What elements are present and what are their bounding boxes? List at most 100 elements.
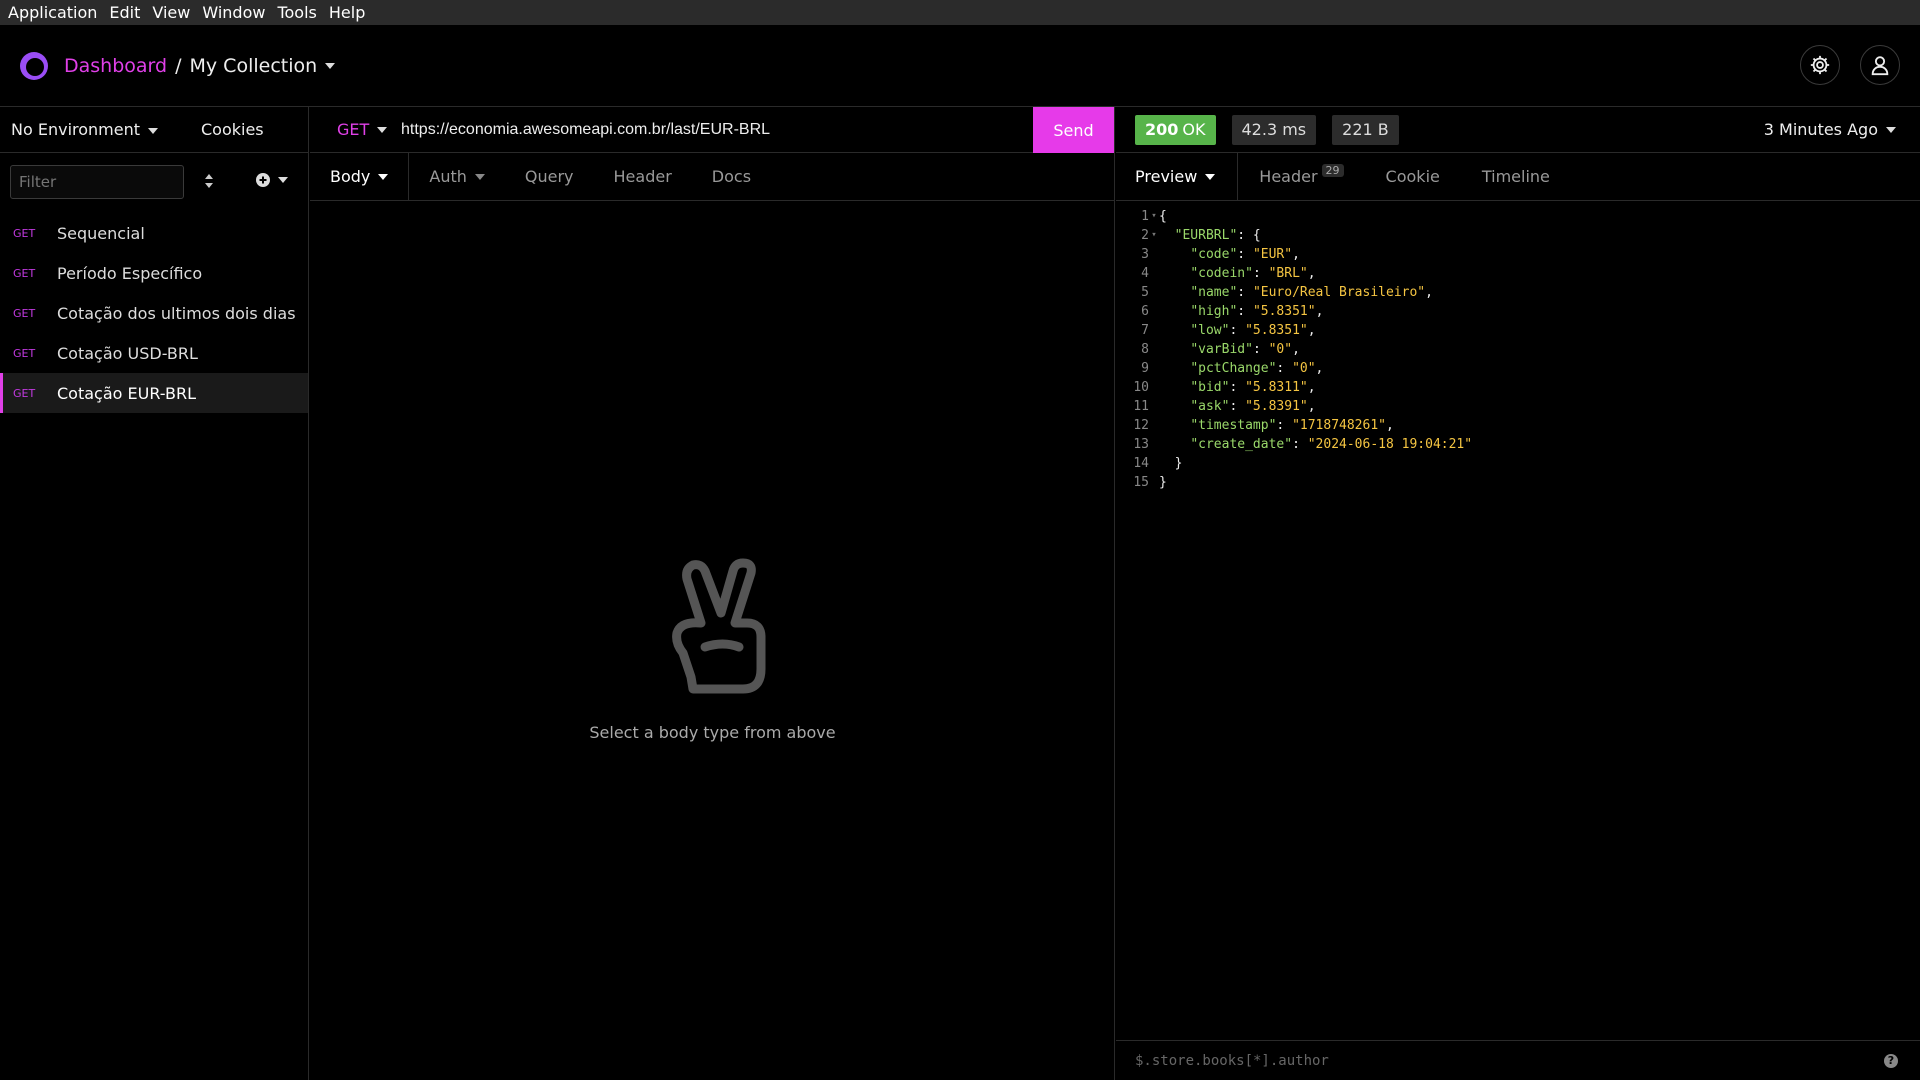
tab-body[interactable]: Body <box>310 153 410 200</box>
fold-toggle-icon[interactable] <box>1149 435 1159 454</box>
account-button[interactable] <box>1860 45 1900 85</box>
fold-toggle-icon[interactable] <box>1149 283 1159 302</box>
breadcrumb-separator: / <box>175 54 182 77</box>
code-content: "codein": "BRL", <box>1159 264 1316 283</box>
request-item[interactable]: GET Período Específico <box>0 253 308 293</box>
json-punctuation: , <box>1292 247 1300 262</box>
request-item[interactable]: GET Sequencial <box>0 213 308 253</box>
json-punctuation: : { <box>1237 228 1261 243</box>
breadcrumb-dashboard[interactable]: Dashboard <box>64 55 167 77</box>
line-number: 4 <box>1141 266 1149 281</box>
response-age: 3 Minutes Ago <box>1763 120 1878 139</box>
status-badge: 200 OK <box>1135 114 1216 145</box>
environment-label: No Environment <box>11 120 141 139</box>
request-item[interactable]: GET Cotação dos ultimos dois dias <box>0 293 308 333</box>
request-item[interactable]: GET Cotação USD-BRL <box>0 333 308 373</box>
send-button[interactable]: Send <box>1033 107 1114 153</box>
fold-toggle-icon[interactable] <box>1149 302 1159 321</box>
fold-toggle-icon[interactable]: ▾ <box>1149 226 1159 245</box>
json-key: "EURBRL" <box>1174 228 1238 243</box>
json-key: "varBid" <box>1190 342 1253 357</box>
code-content: "EURBRL": { <box>1159 226 1261 245</box>
url-input[interactable]: https://economia.awesomeapi.com.br/last/… <box>401 121 770 139</box>
breadcrumb-collection[interactable]: My Collection <box>190 55 318 77</box>
fold-toggle-icon[interactable] <box>1149 321 1159 340</box>
url-bar: GET https://economia.awesomeapi.com.br/l… <box>310 107 1114 153</box>
line-number: 10 <box>1133 380 1149 395</box>
response-filter-input[interactable]: $.store.books[*].author <box>1135 1053 1329 1069</box>
json-key: "pctChange" <box>1190 361 1277 376</box>
tab-response-header[interactable]: Header 29 <box>1238 153 1364 200</box>
response-body-viewer[interactable]: 1 ▾{2 ▾ "EURBRL": {3 "code": "EUR", 4 "code… <box>1116 207 1472 492</box>
line-number: 6 <box>1141 304 1149 319</box>
tab-timeline[interactable]: Timeline <box>1461 153 1571 200</box>
menu-application[interactable]: Application <box>4 0 105 25</box>
request-item-active[interactable]: GET Cotação EUR-BRL <box>0 373 308 413</box>
add-request-button[interactable] <box>256 173 288 187</box>
fold-toggle-icon[interactable] <box>1149 416 1159 435</box>
fold-toggle-icon[interactable] <box>1149 378 1159 397</box>
help-icon[interactable]: ? <box>1884 1053 1898 1068</box>
json-key: "create_date" <box>1190 437 1293 452</box>
fold-toggle-icon[interactable] <box>1149 473 1159 492</box>
json-string-value: "0" <box>1268 342 1293 357</box>
json-string-value: "2024-06-18 19:04:21" <box>1307 437 1473 452</box>
filter-input[interactable] <box>10 165 184 199</box>
json-string-value: "5.8351" <box>1245 323 1308 338</box>
json-key: "codein" <box>1190 266 1253 281</box>
fold-toggle-icon[interactable] <box>1149 245 1159 264</box>
chevron-down-icon <box>278 177 288 183</box>
code-content: "ask": "5.8391", <box>1159 397 1315 416</box>
fold-toggle-icon[interactable] <box>1149 397 1159 416</box>
json-punctuation: , <box>1315 304 1324 319</box>
method-label: GET <box>337 120 370 139</box>
json-punctuation: , <box>1307 266 1316 281</box>
code-line: 11 "ask": "5.8391", <box>1116 397 1472 416</box>
request-name: Cotação dos ultimos dois dias <box>57 303 296 323</box>
line-number: 14 <box>1133 456 1149 471</box>
environment-dropdown[interactable]: No Environment <box>11 120 201 139</box>
tab-auth[interactable]: Auth <box>409 153 505 200</box>
code-content: "code": "EUR", <box>1159 245 1300 264</box>
tab-docs[interactable]: Docs <box>692 153 771 200</box>
code-line: 15} <box>1116 473 1472 492</box>
tab-response-header-label: Header <box>1259 167 1318 186</box>
chevron-down-icon <box>377 126 388 133</box>
json-string-value: "0" <box>1292 361 1316 376</box>
tab-preview[interactable]: Preview <box>1116 153 1239 200</box>
settings-button[interactable] <box>1800 45 1840 85</box>
code-content: "timestamp": "1718748261", <box>1159 416 1394 435</box>
sort-icon[interactable] <box>204 173 214 193</box>
fold-toggle-icon[interactable] <box>1149 359 1159 378</box>
menu-bar: Application Edit View Window Tools Help <box>0 0 1920 25</box>
cookies-button[interactable]: Cookies <box>201 120 264 139</box>
response-pane: 200 OK 42.3 ms 221 B 3 Minutes Ago Previe… <box>1116 107 1920 1080</box>
menu-help[interactable]: Help <box>325 0 373 25</box>
menu-edit[interactable]: Edit <box>105 0 148 25</box>
line-number: 7 <box>1141 323 1149 338</box>
fold-toggle-icon[interactable] <box>1149 454 1159 473</box>
fold-toggle-icon[interactable] <box>1149 264 1159 283</box>
request-tabs: Body Auth Query Header Docs <box>310 153 1114 201</box>
menu-window[interactable]: Window <box>198 0 273 25</box>
response-history-dropdown[interactable]: 3 Minutes Ago <box>1764 120 1896 139</box>
json-punctuation: , <box>1307 323 1316 338</box>
request-method: GET <box>13 346 36 360</box>
menu-view[interactable]: View <box>148 0 198 25</box>
tab-query[interactable]: Query <box>505 153 594 200</box>
app-logo <box>20 51 48 80</box>
tab-cookie[interactable]: Cookie <box>1365 153 1461 200</box>
method-dropdown[interactable]: GET <box>337 120 401 139</box>
chevron-down-icon <box>474 173 485 180</box>
code-content: } <box>1159 454 1183 473</box>
json-punctuation: , <box>1307 380 1316 395</box>
chevron-down-icon[interactable] <box>325 62 336 69</box>
fold-toggle-icon[interactable]: ▾ <box>1149 207 1159 226</box>
menu-tools[interactable]: Tools <box>273 0 324 25</box>
fold-toggle-icon[interactable] <box>1149 340 1159 359</box>
tab-header[interactable]: Header <box>594 153 692 200</box>
code-content: "pctChange": "0", <box>1159 359 1323 378</box>
